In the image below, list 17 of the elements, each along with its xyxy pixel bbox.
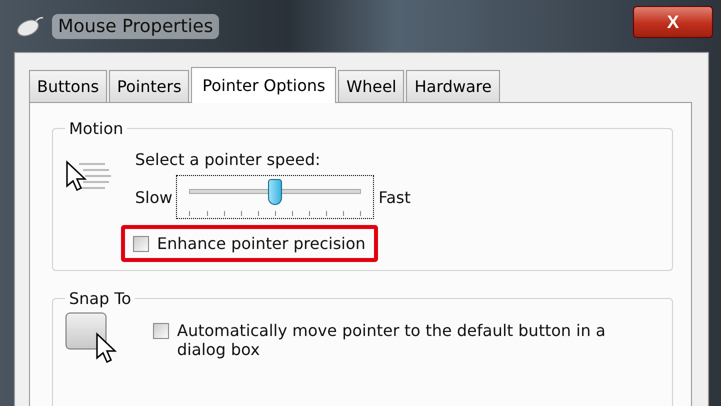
slider-thumb[interactable] (268, 179, 282, 205)
precision-checkbox[interactable]: Enhance pointer precision (121, 225, 378, 262)
group-title: Snap To (68, 289, 132, 308)
tab[interactable]: Pointer Options (191, 67, 336, 103)
tab[interactable]: Wheel (338, 70, 404, 102)
close-button[interactable]: X (633, 6, 713, 38)
snap-checkbox[interactable]: Automatically move pointer to the default button in a dialog box (141, 312, 629, 368)
tab[interactable]: Pointers (108, 70, 190, 102)
speed-slider[interactable] (176, 175, 374, 219)
group-title: Motion (68, 119, 124, 138)
window-title: Mouse Properties (52, 14, 220, 38)
speed-label: Select a pointer speed: (135, 150, 322, 169)
tab[interactable]: Buttons (29, 70, 107, 102)
fast-label: Fast (378, 188, 411, 206)
slow-label: Slow (135, 188, 172, 206)
tab[interactable]: Hardware (406, 70, 500, 102)
mouse-icon (14, 15, 44, 37)
